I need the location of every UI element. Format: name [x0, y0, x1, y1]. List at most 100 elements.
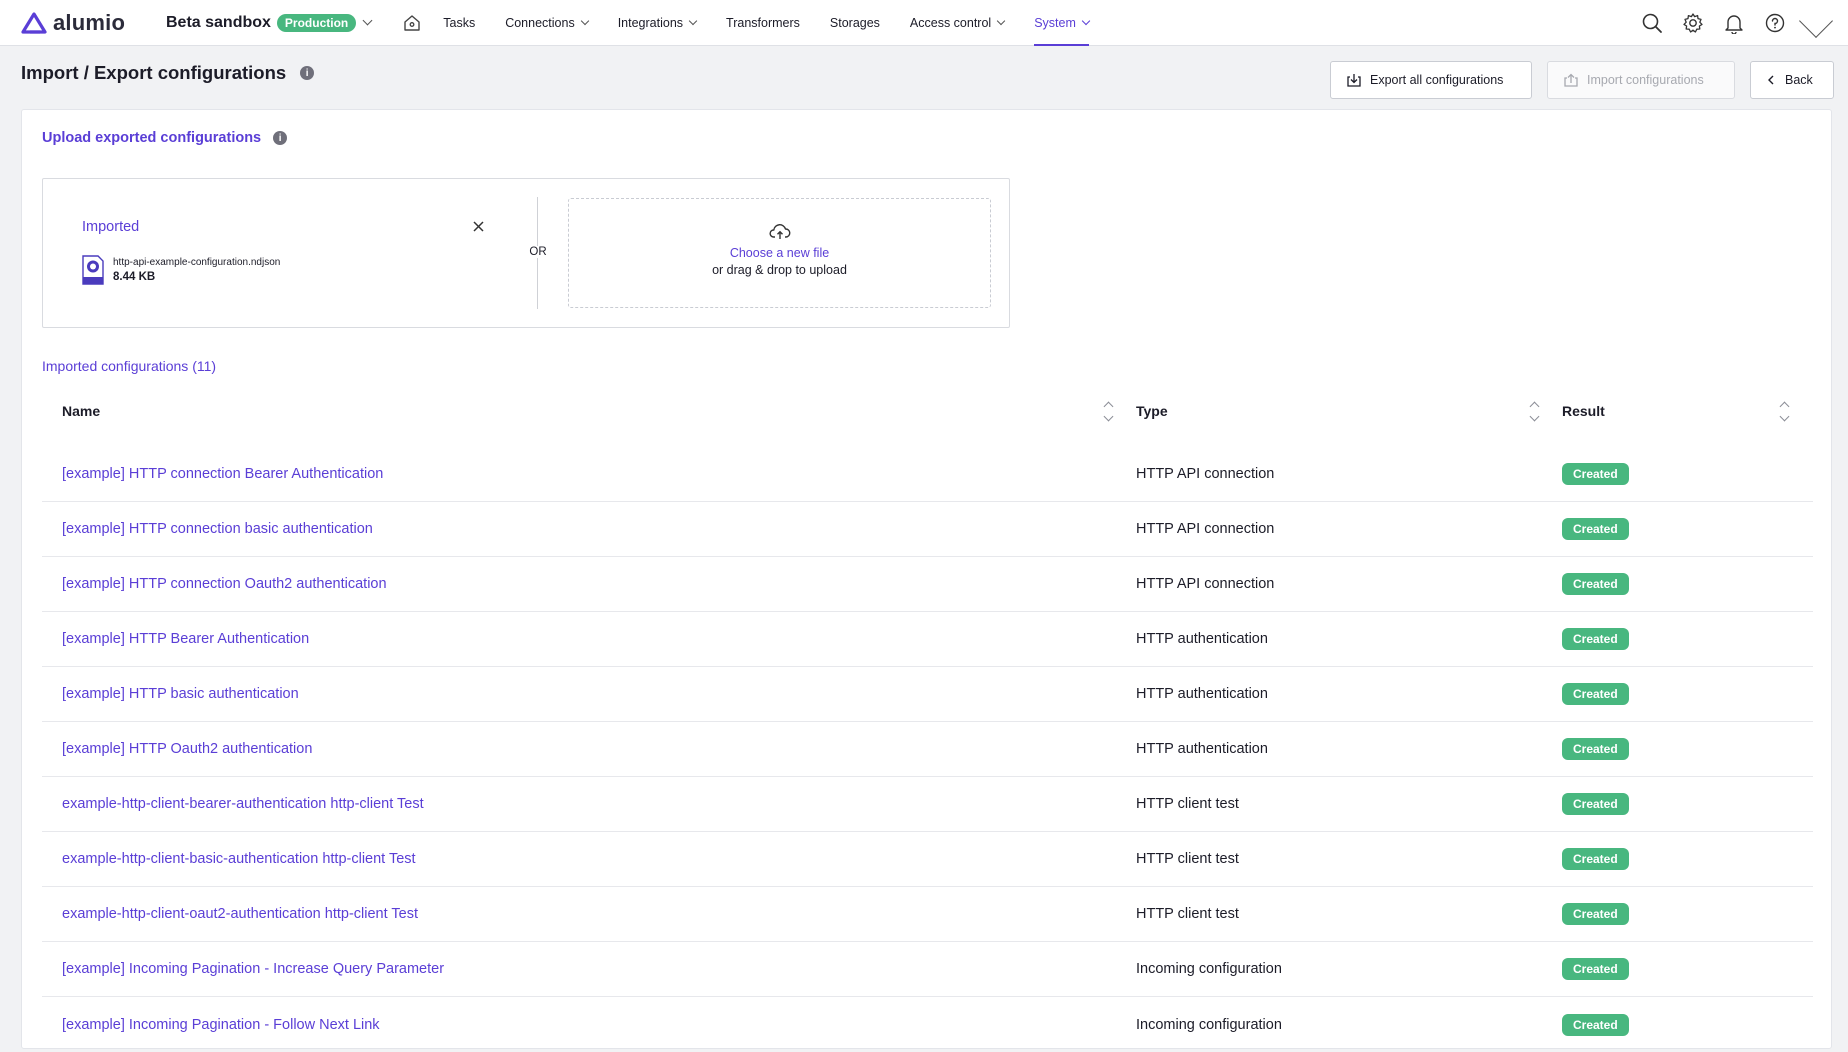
file-dropzone[interactable]: Choose a new file or drag & drop to uplo… [568, 198, 991, 308]
brand-name: alumio [53, 9, 126, 35]
configuration-name-link[interactable]: [example] HTTP Oauth2 authentication [42, 741, 1116, 757]
sort-icon[interactable] [1779, 401, 1790, 421]
cloud-upload-icon [569, 223, 990, 241]
column-header-label: Type [1136, 403, 1168, 419]
imported-configurations-table: Name Type Result [example] HTTP connecti… [42, 392, 1813, 1052]
sort-icon[interactable] [1529, 401, 1540, 421]
table-header: Name Type Result [42, 392, 1813, 430]
result-badge: Created [1562, 628, 1629, 650]
info-icon[interactable]: i [300, 66, 315, 80]
result-badge: Created [1562, 793, 1629, 815]
nav-item-connections[interactable]: Connections [505, 0, 589, 46]
configuration-type: Incoming configuration [1136, 961, 1282, 977]
top-navigation-bar: alumio Beta sandbox Production Tasks Con… [0, 0, 1848, 46]
nav-item-label: Tasks [443, 15, 476, 30]
file-name: http-api-example-configuration.ndjson [113, 257, 281, 268]
configuration-type: Incoming configuration [1136, 1016, 1282, 1033]
table-row: example-http-client-basic-authentication… [42, 832, 1813, 887]
gear-icon[interactable] [1681, 11, 1705, 35]
choose-file-link[interactable]: Choose a new file [569, 246, 990, 260]
result-badge: Created [1562, 903, 1629, 925]
result-badge: Created [1562, 848, 1629, 870]
nav-item-label: Access control [909, 15, 992, 30]
export-all-button[interactable]: Export all configurations [1330, 61, 1532, 99]
nav-item-access-control[interactable]: Access control [909, 0, 1006, 46]
table-row: [example] HTTP Oauth2 authentication HTT… [42, 722, 1813, 777]
user-menu-chevron-icon[interactable] [1799, 4, 1833, 38]
column-header-result[interactable]: Result [1542, 401, 1813, 421]
page-header: Import / Export configurations i [21, 62, 315, 84]
nav-item-label: Integrations [617, 15, 684, 30]
configuration-name-link[interactable]: [example] HTTP connection Bearer Authent… [42, 466, 1116, 482]
configuration-name-link[interactable]: example-http-client-bearer-authenticatio… [42, 796, 1116, 812]
result-badge: Created [1562, 573, 1629, 595]
nav-item-storages[interactable]: Storages [830, 0, 880, 46]
configuration-name-link[interactable]: [example] Incoming Pagination - Follow N… [42, 1017, 1116, 1033]
nav-item-tasks[interactable]: Tasks [443, 0, 475, 46]
nav-item-integrations[interactable]: Integrations [617, 0, 698, 46]
result-badge: Created [1562, 958, 1629, 980]
result-badge: Created [1562, 518, 1629, 540]
nav-item-transformers[interactable]: Transformers [726, 0, 800, 46]
configuration-type: HTTP API connection [1136, 521, 1275, 537]
table-row: [example] HTTP Bearer Authentication HTT… [42, 612, 1813, 667]
nav-item-label: Transformers [726, 15, 800, 30]
configuration-type: HTTP authentication [1136, 741, 1268, 757]
file-size: 8.44 KB [113, 271, 156, 283]
import-export-card: Upload exported configurations i Importe… [21, 109, 1832, 1049]
configuration-type: HTTP client test [1136, 906, 1239, 922]
table-row: [example] HTTP connection basic authenti… [42, 502, 1813, 557]
upload-icon [1564, 73, 1578, 87]
info-icon[interactable]: i [273, 131, 288, 145]
chevron-down-icon [688, 16, 698, 25]
help-icon[interactable] [1763, 11, 1787, 35]
close-icon[interactable] [469, 217, 487, 235]
back-button[interactable]: Back [1750, 61, 1834, 99]
configuration-name-link[interactable]: [example] HTTP Bearer Authentication [42, 631, 1116, 647]
column-header-name[interactable]: Name [42, 401, 1116, 421]
home-icon[interactable] [401, 12, 423, 34]
top-icon-group [1640, 0, 1833, 46]
table-row: [example] Incoming Pagination - Follow N… [42, 997, 1813, 1052]
import-configurations-button[interactable]: Import configurations [1547, 61, 1735, 99]
column-header-type[interactable]: Type [1116, 401, 1542, 421]
environment-switcher[interactable]: Beta sandbox Production [166, 13, 373, 32]
configuration-name-link[interactable]: example-http-client-basic-authentication… [42, 851, 1116, 867]
alumio-logo-icon [21, 11, 47, 34]
configuration-type: HTTP authentication [1136, 631, 1268, 647]
configuration-name-link[interactable]: [example] HTTP basic authentication [42, 686, 1116, 702]
column-header-label: Name [62, 403, 101, 419]
table-row: [example] Incoming Pagination - Increase… [42, 942, 1813, 997]
main-nav: Tasks Connections Integrations Transform… [443, 0, 1119, 46]
configuration-type: HTTP client test [1136, 796, 1239, 812]
bell-icon[interactable] [1722, 11, 1746, 35]
or-label: OR [518, 246, 558, 258]
upload-box: Imported http-api-example-configuration.… [42, 178, 1010, 328]
header-actions: Export all configurations Import configu… [1330, 61, 1834, 99]
result-badge: Created [1562, 683, 1629, 705]
table-row: example-http-client-bearer-authenticatio… [42, 777, 1813, 832]
import-configurations-label: Import configurations [1587, 73, 1704, 87]
file-meta: http-api-example-configuration.ndjson 8.… [113, 257, 280, 283]
configuration-name-link[interactable]: [example] Incoming Pagination - Increase… [42, 961, 1116, 977]
imported-configurations-title: Imported configurations (11) [42, 358, 217, 374]
column-header-label: Result [1562, 403, 1605, 419]
upload-status-label: Imported [82, 219, 140, 235]
table-row: example-http-client-oaut2-authentication… [42, 887, 1813, 942]
configuration-name-link[interactable]: [example] HTTP connection basic authenti… [42, 521, 1116, 537]
page-title: Import / Export configurations [21, 62, 287, 83]
alumio-logo[interactable]: alumio [21, 10, 141, 36]
nav-item-system[interactable]: System [1034, 0, 1091, 46]
configuration-type: HTTP authentication [1136, 686, 1268, 702]
table-row: [example] HTTP connection Bearer Authent… [42, 447, 1813, 502]
configuration-name-link[interactable]: example-http-client-oaut2-authentication… [42, 906, 1116, 922]
chevron-left-icon [1768, 75, 1774, 85]
sort-icon[interactable] [1103, 401, 1114, 421]
search-icon[interactable] [1640, 11, 1664, 35]
configuration-name-link[interactable]: [example] HTTP connection Oauth2 authent… [42, 576, 1116, 592]
result-badge: Created [1562, 738, 1629, 760]
environment-name: Beta sandbox [166, 13, 271, 31]
nav-item-label: Storages [829, 15, 880, 30]
result-badge: Created [1562, 1013, 1629, 1036]
chevron-down-icon [996, 16, 1006, 25]
